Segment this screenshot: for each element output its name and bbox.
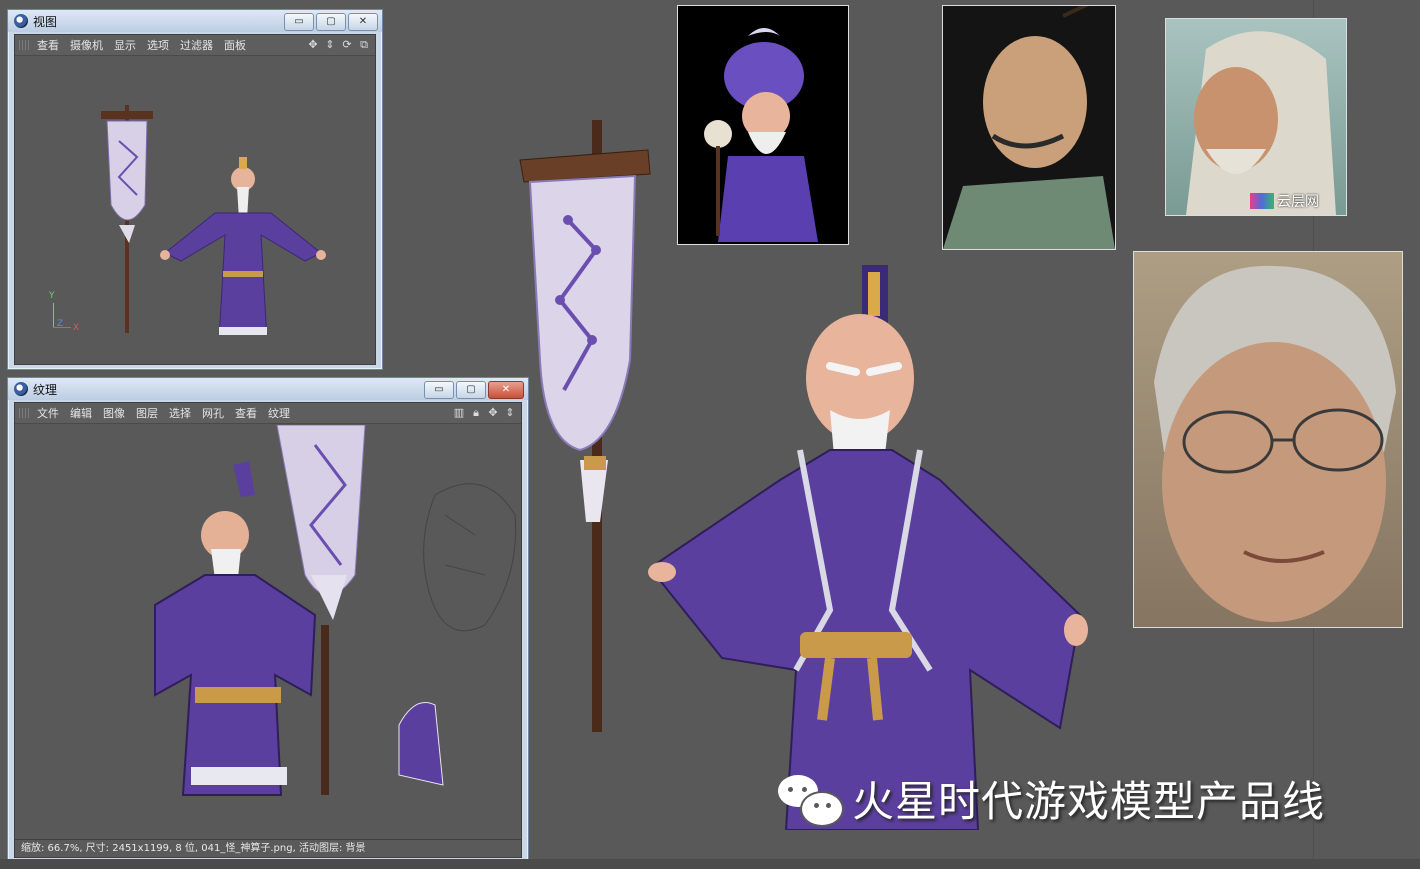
menu-mesh[interactable]: 网孔 [202,405,224,421]
reference-painted-old-man [942,5,1116,250]
axis-y-label: Y [49,291,55,301]
menu-camera[interactable]: 摄像机 [70,37,103,53]
move-icon[interactable]: ✥ [486,406,500,420]
texture-artwork [154,425,517,796]
wechat-watermark: 火星时代游戏模型产品线 [778,768,1325,829]
rotate-view-icon[interactable]: ⟳ [340,38,354,52]
histogram-icon[interactable]: ▥ [452,406,466,420]
maximize-button[interactable]: ▢ [316,13,346,31]
texture-canvas[interactable]: 文件 编辑 图像 图层 选择 网孔 查看 纹理 ▥ 🔒︎ ✥ ⇕ 缩放: 66.… [14,402,522,858]
menu-edit[interactable]: 编辑 [70,405,92,421]
menu-file[interactable]: 文件 [37,405,59,421]
cinema4d-app-icon [14,382,28,396]
texture-window-title: 纹理 [33,382,58,397]
photo-watermark-text: 云层网 [1277,194,1319,210]
view-3d-model [101,105,326,335]
minimize-button[interactable]: ▭ [284,13,314,31]
view-window-titlebar[interactable]: 视图 ▭ ▢ ✕ [8,10,382,32]
reference-chibi-sage [677,5,849,245]
view-window[interactable]: 视图 ▭ ▢ ✕ 查看 摄像机 显示 选项 过滤器 面板 ✥ ⇕ ⟳ ⧉ Y Z… [7,9,383,370]
texture-statusbar: 缩放: 66.7%, 尺寸: 2451x1199, 8 位, 041_怪_神算子… [15,839,521,857]
menu-display[interactable]: 显示 [114,37,136,53]
menu-layer[interactable]: 图层 [136,405,158,421]
axis-gizmo: Y Z X [49,291,91,339]
lock-icon[interactable]: 🔒︎ [469,406,483,420]
maximize-button[interactable]: ▢ [456,381,486,399]
reference-photo-sage: 云层网 [1165,18,1347,216]
zoom-view-icon[interactable]: ⇕ [323,38,337,52]
menubar-grip[interactable] [19,40,31,50]
texture-window[interactable]: 纹理 ▭ ▢ ✕ 文件 编辑 图像 图层 选择 网孔 查看 纹理 ▥ 🔒︎ ✥ … [7,377,529,863]
menu-image[interactable]: 图像 [103,405,125,421]
minimize-button[interactable]: ▭ [424,381,454,399]
menu-texture[interactable]: 纹理 [268,405,290,421]
view-viewport[interactable]: 查看 摄像机 显示 选项 过滤器 面板 ✥ ⇕ ⟳ ⧉ Y Z X [14,34,376,365]
menu-view[interactable]: 查看 [235,405,257,421]
axis-z-label: Z [57,319,64,329]
texture-window-titlebar[interactable]: 纹理 ▭ ▢ ✕ [8,378,528,400]
menu-select[interactable]: 选择 [169,405,191,421]
axis-x-label: X [73,323,80,333]
wechat-icon [778,771,844,827]
menu-filter[interactable]: 过滤器 [180,37,213,53]
menubar-grip[interactable] [19,408,31,418]
view-window-title: 视图 [33,14,58,29]
close-button[interactable]: ✕ [348,13,378,31]
photo-watermark: 云层网 [1250,190,1319,212]
menu-view[interactable]: 查看 [37,37,59,53]
taskbar-strip [0,859,1420,869]
yuncengwang-logo-icon [1250,193,1274,209]
reference-photo-glasses-man [1133,251,1403,628]
toggle-view-icon[interactable]: ⧉ [357,38,371,52]
watermark-text: 火星时代游戏模型产品线 [852,777,1326,826]
menu-panel[interactable]: 面板 [224,37,246,53]
cinema4d-app-icon [14,14,28,28]
view-menubar: 查看 摄像机 显示 选项 过滤器 面板 ✥ ⇕ ⟳ ⧉ [15,35,375,56]
menu-options[interactable]: 选项 [147,37,169,53]
move-view-icon[interactable]: ✥ [306,38,320,52]
texture-menubar: 文件 编辑 图像 图层 选择 网孔 查看 纹理 ▥ 🔒︎ ✥ ⇕ [15,403,521,424]
